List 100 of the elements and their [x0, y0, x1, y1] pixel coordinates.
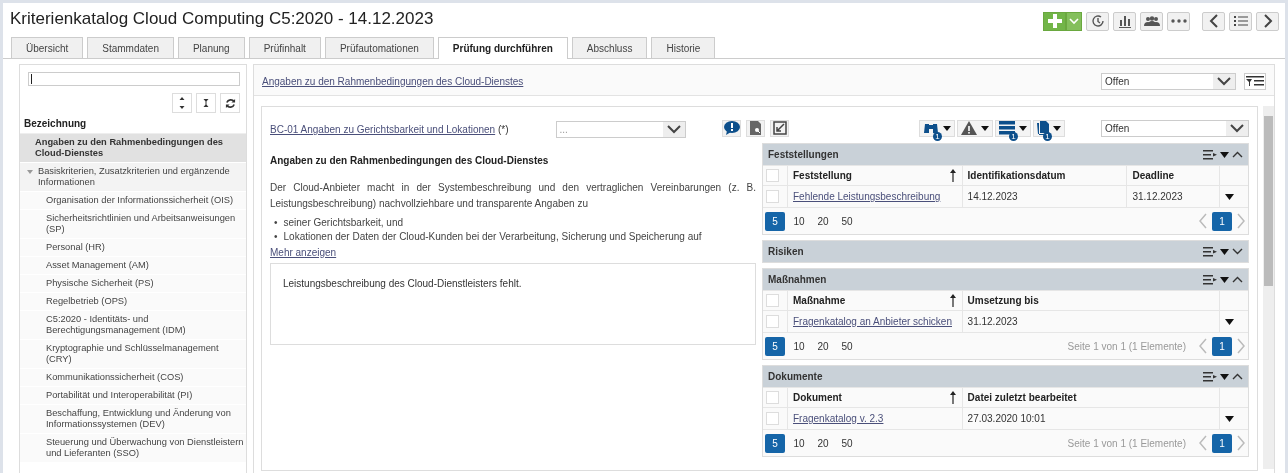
- page-size-button[interactable]: 50: [837, 336, 857, 356]
- row-menu-caret-icon[interactable]: [1225, 416, 1234, 422]
- expand-all-button[interactable]: [172, 93, 192, 113]
- tree-item[interactable]: C5:2020 - Identitäts- und Berechtigungsmanagement (IDM): [20, 311, 246, 340]
- page-size-button[interactable]: 20: [813, 211, 833, 231]
- page-size-button[interactable]: 50: [837, 433, 857, 453]
- row-menu-caret-icon[interactable]: [1225, 194, 1234, 200]
- chevron-right-icon: [1262, 14, 1273, 28]
- ellipsis-icon: [1170, 19, 1187, 23]
- tree-item[interactable]: Portabilität und Interoperabilität (PI): [20, 387, 246, 405]
- tree-item[interactable]: Steuerung und Überwachung von Dienstleistern und Lieferanten (SSO): [20, 434, 246, 463]
- refresh-button[interactable]: [220, 93, 240, 113]
- tree-item[interactable]: Kommunikationssicherheit (COS): [20, 369, 246, 387]
- tool-dropdown[interactable]: [957, 119, 993, 137]
- chevron-up-icon[interactable]: [1232, 373, 1243, 380]
- tab[interactable]: Prüfung durchführen: [437, 37, 568, 59]
- tree-item[interactable]: Basiskriterien, Zusatzkriterien und ergänzende Informationen: [20, 163, 246, 192]
- page-button[interactable]: 1: [1212, 433, 1232, 453]
- tree-item[interactable]: Physische Sicherheit (PS): [20, 275, 246, 293]
- tab[interactable]: Übersicht: [11, 37, 84, 58]
- users-button[interactable]: [1140, 11, 1163, 31]
- expand-icon: [179, 97, 185, 109]
- chevron-down-icon[interactable]: [1232, 248, 1243, 255]
- document-search-icon: [749, 121, 762, 135]
- history-button[interactable]: [1086, 11, 1109, 31]
- criterion-heading: Angaben zu den Rahmenbedingungen des Cloud-Dienstes: [270, 155, 550, 166]
- section-header[interactable]: Feststellungen: [763, 144, 1248, 165]
- chevron-down-icon: [1069, 17, 1079, 25]
- page-button[interactable]: 1: [1212, 211, 1232, 231]
- list-button[interactable]: [1229, 11, 1252, 31]
- section-title: Dokumente: [768, 371, 823, 382]
- page-size-button[interactable]: 10: [789, 336, 809, 356]
- documents-icon: [1037, 121, 1049, 135]
- status-select[interactable]: Offen: [1101, 72, 1236, 90]
- show-more-link[interactable]: Mehr anzeigen: [270, 247, 756, 258]
- tab[interactable]: Abschluss: [571, 37, 648, 58]
- select-all-checkbox[interactable]: [766, 169, 779, 182]
- page-summary: Seite 1 von 1 (1 Elemente): [1067, 340, 1186, 352]
- previous-button[interactable]: [1202, 11, 1225, 31]
- page-size-button[interactable]: 10: [789, 433, 809, 453]
- tree-item[interactable]: Kryptographie und Schlüsselmanagement (CRY): [20, 340, 246, 369]
- add-button[interactable]: [1043, 11, 1066, 31]
- row-checkbox[interactable]: [766, 315, 779, 328]
- tree-item[interactable]: Beschaffung, Entwicklung und Änderung von Informationssystemen (DEV): [20, 405, 246, 434]
- column-header[interactable]: Maßnahme: [787, 290, 963, 311]
- tab[interactable]: Planung: [177, 37, 245, 58]
- column-header[interactable]: Deadline: [1126, 165, 1220, 186]
- chart-button[interactable]: [1113, 11, 1136, 31]
- page-size-button[interactable]: 5: [765, 433, 785, 453]
- tab[interactable]: Historie: [651, 37, 716, 58]
- column-header[interactable]: Identifikationsdatum: [962, 165, 1127, 186]
- caret-icon: [1220, 276, 1229, 283]
- comment-button[interactable]: [722, 119, 741, 137]
- page-size-button[interactable]: 20: [813, 336, 833, 356]
- popout-button[interactable]: [770, 119, 789, 137]
- scrollbar[interactable]: [1263, 106, 1274, 469]
- note-field[interactable]: Leistungsbeschreibung des Cloud-Dienstleisters fehlt.: [270, 263, 756, 345]
- tree-item[interactable]: Angaben zu den Rahmenbedingungen des Cloud-Dienstes: [20, 134, 246, 163]
- section-header[interactable]: Maßnahmen: [763, 269, 1248, 290]
- page-size-button[interactable]: 10: [789, 211, 809, 231]
- tab[interactable]: Prüfinhalt: [248, 37, 321, 58]
- tree-item[interactable]: Regelbetrieb (OPS): [20, 293, 246, 311]
- filter-button[interactable]: [1244, 72, 1266, 90]
- page-button[interactable]: 1: [1212, 336, 1232, 356]
- row-checkbox[interactable]: [766, 190, 779, 203]
- chevron-up-icon[interactable]: [1232, 151, 1243, 158]
- chevron-down-icon: [662, 121, 685, 137]
- page-size-button[interactable]: 5: [765, 211, 785, 231]
- tree-item[interactable]: Sicherheitsrichtlinien und Arbeitsanweisungen (SP): [20, 210, 246, 239]
- select-all-checkbox[interactable]: [766, 391, 779, 404]
- more-button[interactable]: [1167, 11, 1190, 31]
- table-cell: 14.12.2023: [967, 191, 1018, 202]
- column-header[interactable]: Datei zuletzt bearbeitet: [962, 387, 1220, 408]
- tree-item[interactable]: Personal (HR): [20, 239, 246, 257]
- breadcrumb-link[interactable]: Angaben zu den Rahmenbedingungen des Cloud-Dienstes: [262, 75, 1101, 87]
- list-icon: [1233, 15, 1248, 27]
- document-search-button[interactable]: [746, 119, 765, 137]
- next-button[interactable]: [1256, 11, 1279, 31]
- section-header[interactable]: Risiken: [763, 241, 1248, 262]
- search-field[interactable]: [28, 72, 240, 86]
- column-header[interactable]: Dokument: [787, 387, 963, 408]
- dropdown-button[interactable]: [1066, 11, 1082, 31]
- collapse-all-button[interactable]: [196, 93, 216, 113]
- page-size-button[interactable]: 20: [813, 433, 833, 453]
- column-header[interactable]: Feststellung: [787, 165, 963, 186]
- row-menu-caret-icon[interactable]: [1225, 319, 1234, 325]
- tree-item[interactable]: Organisation der Informationssicherheit (OIS): [20, 192, 246, 210]
- criterion-link[interactable]: BC-01 Angaben zu Gerichtsbarkeit und Lokationen: [270, 123, 496, 135]
- page-size-button[interactable]: 50: [837, 211, 857, 231]
- tree-item[interactable]: Asset Management (AM): [20, 257, 246, 275]
- status-select[interactable]: Offen: [1101, 119, 1249, 137]
- page-size-button[interactable]: 5: [765, 336, 785, 356]
- tab[interactable]: Prüfautomationen: [324, 37, 434, 58]
- row-checkbox[interactable]: [766, 412, 779, 425]
- section-header[interactable]: Dokumente: [763, 366, 1248, 387]
- chevron-up-icon[interactable]: [1232, 276, 1243, 283]
- column-menu-icon: [1203, 149, 1217, 160]
- column-header[interactable]: Umsetzung bis: [962, 290, 1220, 311]
- tab[interactable]: Stammdaten: [87, 37, 174, 58]
- select-all-checkbox[interactable]: [766, 294, 779, 307]
